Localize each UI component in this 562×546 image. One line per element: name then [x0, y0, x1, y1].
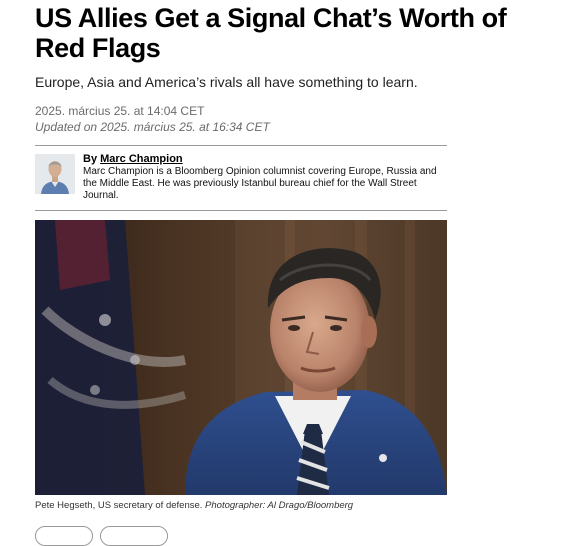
published-date: 2025. március 25. at 14:04 CET — [35, 104, 205, 118]
author-info: By Marc Champion Marc Champion is a Bloo… — [83, 153, 443, 202]
share-button[interactable] — [35, 526, 93, 546]
author-avatar[interactable] — [35, 154, 75, 194]
article-headline: US Allies Get a Signal Chat’s Worth of R… — [35, 3, 507, 63]
author-bio: Marc Champion is a Bloomberg Opinion col… — [83, 166, 437, 201]
article-dek: Europe, Asia and America’s rivals all ha… — [35, 74, 418, 90]
article-photo — [35, 220, 447, 495]
photo-caption: Pete Hegseth, US secretary of defense. P… — [35, 500, 353, 512]
updated-date: Updated on 2025. március 25. at 16:34 CE… — [35, 120, 270, 134]
byline-prefix: By — [83, 153, 98, 165]
photo-credit: Photographer: Al Drago/Bloomberg — [205, 500, 354, 511]
gift-button[interactable] — [100, 526, 168, 546]
caption-text: Pete Hegseth, US secretary of defense. — [35, 500, 203, 511]
byline: By Marc Champion Marc Champion is a Bloo… — [35, 145, 447, 211]
article-dates: 2025. március 25. at 14:04 CET Updated o… — [35, 103, 270, 135]
byline-label: By Marc Champion — [83, 153, 443, 166]
author-link[interactable]: Marc Champion — [100, 153, 183, 165]
